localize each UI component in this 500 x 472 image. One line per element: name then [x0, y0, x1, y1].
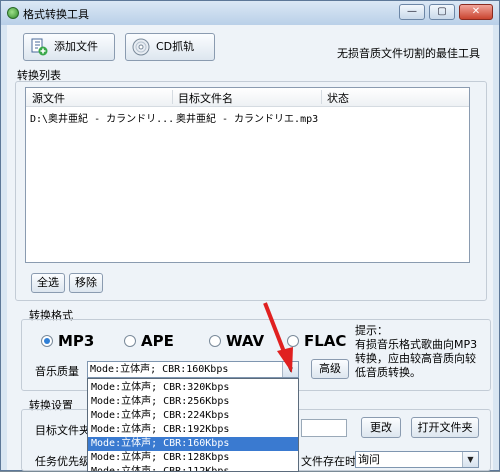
add-file-label: 添加文件 [54, 40, 98, 53]
close-button[interactable]: ✕ [459, 4, 493, 20]
open-folder-button[interactable]: 打开文件夹 [411, 417, 479, 438]
column-source[interactable]: 源文件 [32, 90, 65, 106]
file-list-header: 源文件 目标文件名 状态 [26, 88, 469, 107]
radio-wav-label: WAV [226, 332, 265, 350]
cd-rip-button[interactable]: CD抓轨 [125, 33, 215, 61]
app-logo-icon [7, 7, 19, 19]
radio-wav-dot[interactable] [209, 335, 221, 347]
advanced-button[interactable]: 高级 [311, 359, 349, 379]
target-folder-input[interactable] [301, 419, 347, 437]
quality-label: 音乐质量 [35, 365, 79, 378]
cd-disc-icon [132, 38, 150, 56]
quality-option[interactable]: Mode:立体声; CBR:192Kbps [88, 423, 298, 437]
column-status[interactable]: 状态 [327, 90, 349, 106]
maximize-button[interactable]: ▢ [429, 4, 455, 20]
add-file-button[interactable]: 添加文件 [23, 33, 115, 61]
title-bar[interactable]: 格式转换工具 — ▢ ✕ [1, 1, 499, 25]
file-exists-select[interactable]: 询问 ▼ [355, 451, 479, 468]
add-file-icon [31, 38, 48, 56]
priority-label: 任务优先级 [35, 455, 90, 468]
column-target[interactable]: 目标文件名 [178, 90, 233, 106]
radio-ape-dot[interactable] [124, 335, 136, 347]
radio-mp3-label: MP3 [58, 332, 95, 350]
quality-option[interactable]: Mode:立体声; CBR:320Kbps [88, 381, 298, 395]
row-source: D:\奥井亜紀 - カランドリ... [30, 114, 172, 125]
quality-selected-value: Mode:立体声; CBR:160Kbps [90, 364, 229, 375]
file-exists-value: 询问 [358, 453, 380, 466]
quality-option[interactable]: Mode:立体声; CBR:224Kbps [88, 409, 298, 423]
quality-dropdown-list[interactable]: Mode:立体声; CBR:320Kbps Mode:立体声; CBR:256Kb… [87, 378, 299, 472]
cd-rip-label: CD抓轨 [156, 40, 195, 53]
quality-option[interactable]: Mode:立体声; CBR:160Kbps [88, 437, 298, 451]
remove-button[interactable]: 移除 [69, 273, 103, 293]
chevron-down-icon[interactable]: ▼ [462, 452, 478, 467]
row-target: 奥井亜紀 - カランドリエ.mp3 [176, 114, 319, 125]
target-folder-label: 目标文件夹 [35, 424, 90, 437]
minimize-button[interactable]: — [399, 4, 425, 20]
format-hint: 提示： 有损音乐格式歌曲向MP3转换，应由较高音质向较低音质转换。 [355, 324, 478, 379]
column-separator [172, 90, 173, 104]
chevron-down-icon[interactable]: ▼ [282, 362, 298, 377]
slogan-text: 无损音质文件切割的最佳工具 [337, 47, 480, 60]
radio-mp3-dot[interactable] [41, 335, 53, 347]
quality-select[interactable]: Mode:立体声; CBR:160Kbps ▼ [87, 361, 299, 378]
app-window: 格式转换工具 — ▢ ✕ 添加文件 CD抓轨 无损音质文件切割的最佳工具 转换列… [0, 0, 500, 472]
change-folder-button[interactable]: 更改 [361, 417, 401, 438]
select-all-button[interactable]: 全选 [31, 273, 65, 293]
radio-flac-dot[interactable] [287, 335, 299, 347]
file-exists-label: 文件存在时 [301, 455, 356, 468]
quality-option[interactable]: Mode:立体声; CBR:128Kbps [88, 451, 298, 465]
file-list[interactable]: 源文件 目标文件名 状态 D:\奥井亜紀 - カランドリ... 奥井亜紀 - カ… [25, 87, 470, 263]
quality-option[interactable]: Mode:立体声; CBR:256Kbps [88, 395, 298, 409]
radio-flac-label: FLAC [304, 332, 347, 350]
radio-ape-label: APE [141, 332, 174, 350]
window-title: 格式转换工具 [23, 8, 89, 21]
column-separator [321, 90, 322, 104]
